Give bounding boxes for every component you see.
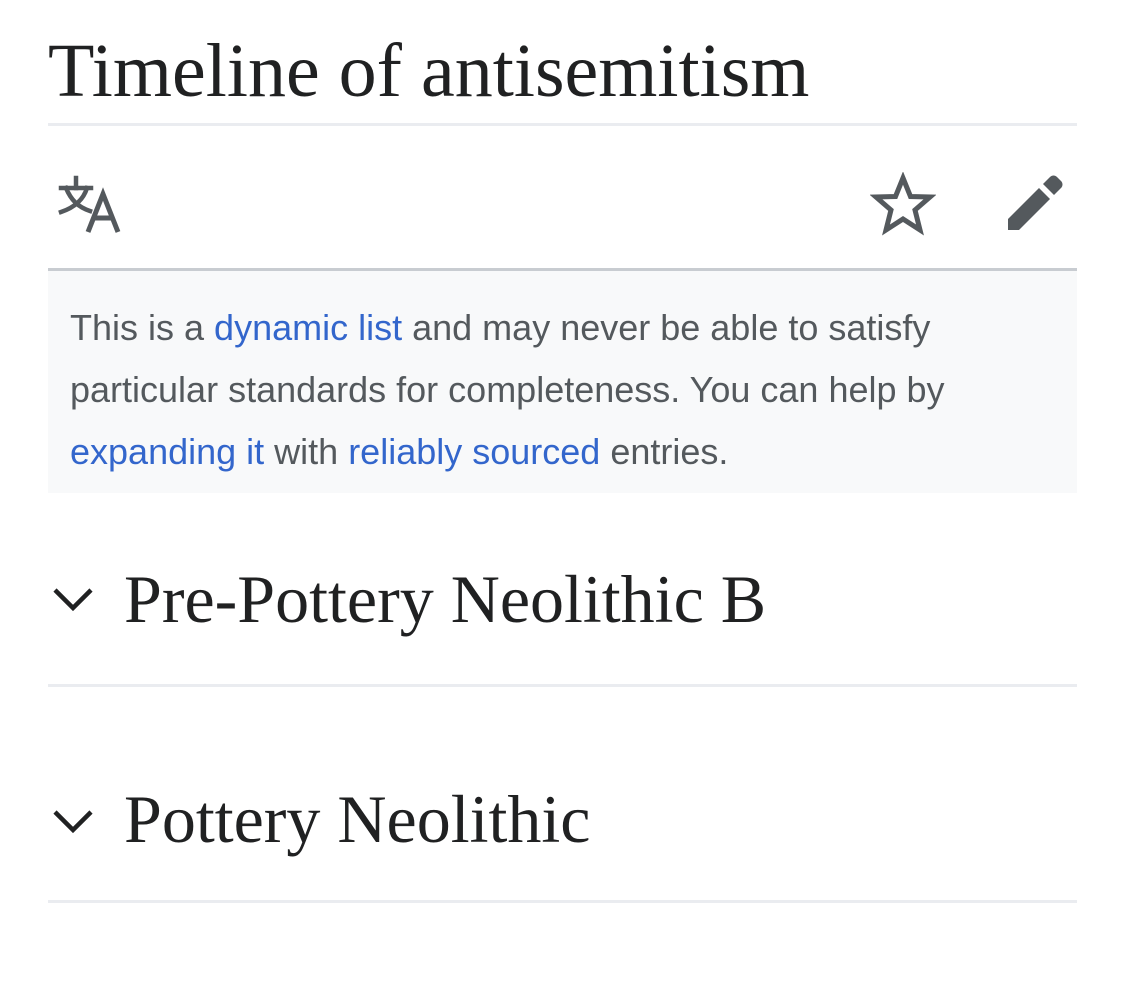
page-actions-bar [48,126,1077,271]
article-page: Timeline of antisemitism This is a dynam… [48,0,1077,903]
chevron-down-icon [52,808,94,834]
translate-icon [58,175,121,233]
expanding-it-link[interactable]: expanding it [70,431,264,472]
edit-button[interactable] [1002,168,1068,234]
star-icon [870,172,936,236]
notice-text: with [264,431,349,472]
pencil-icon [1008,175,1063,230]
dynamic-list-notice: This is a dynamic list and may never be … [48,271,1077,493]
dynamic-list-link[interactable]: dynamic list [214,307,402,348]
page-title: Timeline of antisemitism [48,0,1077,126]
language-button[interactable] [58,174,124,234]
section-pottery-neolithic[interactable]: Pottery Neolithic [48,687,1077,903]
section-heading: Pottery Neolithic [124,781,591,857]
notice-text: entries. [600,431,729,472]
reliably-sourced-link[interactable]: reliably sourced [348,431,600,472]
notice-text: This is a [70,307,215,348]
section-heading: Pre-Pottery Neolithic B [124,561,767,637]
watch-star-button[interactable] [870,172,936,238]
chevron-down-icon [52,586,94,612]
section-pre-pottery-neolithic-b[interactable]: Pre-Pottery Neolithic B [48,493,1077,687]
